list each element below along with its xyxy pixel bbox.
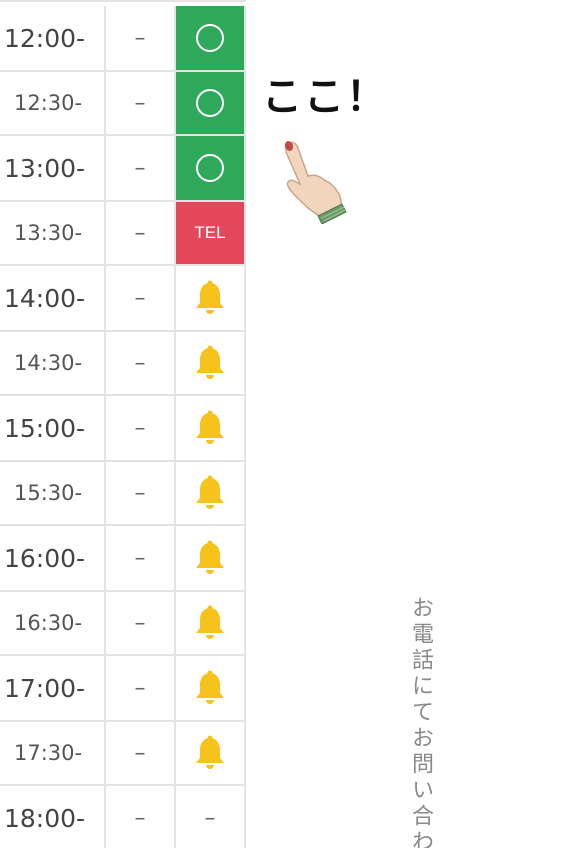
notify-slot-button[interactable] xyxy=(176,332,246,394)
table-row: 12:00- – xyxy=(0,6,246,72)
available-slot-button[interactable] xyxy=(176,6,246,70)
unavailable-slot: – xyxy=(176,786,246,848)
time-slot-label: 14:30- xyxy=(0,332,106,394)
bell-icon xyxy=(196,670,224,704)
table-row: 16:00- – xyxy=(0,526,246,592)
available-slot-button[interactable] xyxy=(176,72,246,134)
bell-icon xyxy=(196,540,224,574)
time-slot-label: 17:00- xyxy=(0,656,106,720)
bell-icon xyxy=(196,475,224,509)
bell-icon xyxy=(196,410,224,444)
circle-icon xyxy=(196,89,224,117)
empty-cell: – xyxy=(106,656,176,720)
notify-slot-button[interactable] xyxy=(176,462,246,524)
empty-cell: – xyxy=(106,136,176,200)
empty-cell: – xyxy=(106,202,176,264)
table-row: 12:30- – xyxy=(0,72,246,136)
table-row: 14:30- – xyxy=(0,332,246,396)
table-row: 17:00- – xyxy=(0,656,246,722)
table-row: 13:00- – xyxy=(0,136,246,202)
time-slot-label: 17:30- xyxy=(0,722,106,784)
bell-icon xyxy=(196,280,224,314)
notify-slot-button[interactable] xyxy=(176,656,246,720)
time-slot-label: 13:00- xyxy=(0,136,106,200)
reservation-schedule: 12:00- –12:30- –13:00- –13:30- – TEL 14:00- –14… xyxy=(0,0,246,848)
empty-cell: – xyxy=(106,462,176,524)
circle-icon xyxy=(196,24,224,52)
pointing-hand-icon xyxy=(284,141,347,224)
time-slot-label: 12:00- xyxy=(0,6,106,70)
bell-icon xyxy=(196,735,224,769)
bell-icon xyxy=(196,345,224,379)
page: 12:00- –12:30- –13:00- –13:30- – TEL 14:00- –14… xyxy=(0,0,576,848)
table-row: 16:30- – xyxy=(0,592,246,656)
time-slot-label: 13:30- xyxy=(0,202,106,264)
empty-cell: – xyxy=(106,332,176,394)
divider xyxy=(0,0,246,2)
time-slot-label: 15:30- xyxy=(0,462,106,524)
empty-cell: – xyxy=(106,6,176,70)
notify-slot-button[interactable] xyxy=(176,722,246,784)
tel-label: TEL xyxy=(194,223,226,242)
notify-slot-button[interactable] xyxy=(176,266,246,330)
time-slot-label: 16:30- xyxy=(0,592,106,654)
table-row: 15:00- – xyxy=(0,396,246,462)
empty-cell: – xyxy=(106,72,176,134)
notify-slot-button[interactable] xyxy=(176,396,246,460)
time-slot-label: 18:00- xyxy=(0,786,106,848)
time-slot-label: 14:00- xyxy=(0,266,106,330)
empty-cell: – xyxy=(106,266,176,330)
time-slot-label: 15:00- xyxy=(0,396,106,460)
notify-slot-button[interactable] xyxy=(176,592,246,654)
circle-icon xyxy=(196,154,224,182)
table-row: 18:00- – – xyxy=(0,786,246,848)
table-row: 15:30- – xyxy=(0,462,246,526)
empty-cell: – xyxy=(106,396,176,460)
empty-cell: – xyxy=(106,592,176,654)
table-row: 17:30- – xyxy=(0,722,246,786)
table-row: 14:00- – xyxy=(0,266,246,332)
empty-cell: – xyxy=(106,786,176,848)
table-row: 13:30- – TEL xyxy=(0,202,246,266)
empty-cell: – xyxy=(106,722,176,784)
available-slot-button[interactable] xyxy=(176,136,246,200)
tel-slot-button[interactable]: TEL xyxy=(176,202,246,264)
time-slot-label: 12:30- xyxy=(0,72,106,134)
contact-note: お電話にてお問い合わ xyxy=(408,596,433,848)
empty-cell: – xyxy=(106,526,176,590)
empty-mark: – xyxy=(204,805,216,831)
notify-slot-button[interactable] xyxy=(176,526,246,590)
time-slot-label: 16:00- xyxy=(0,526,106,590)
bell-icon xyxy=(196,605,224,639)
annotation-text: ここ！ xyxy=(262,74,388,120)
